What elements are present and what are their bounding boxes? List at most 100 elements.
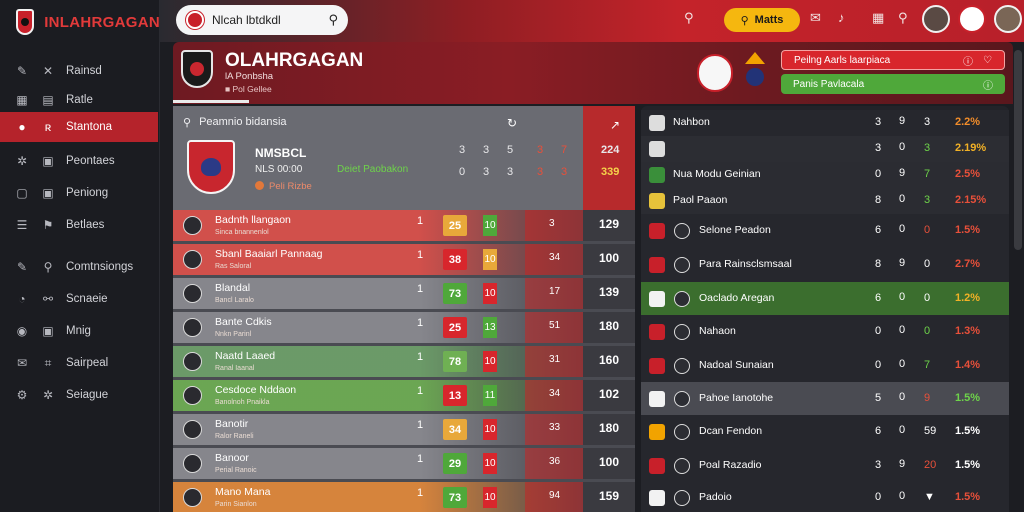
- standing-row[interactable]: Padoio 0 0 ▼ 1.5%: [641, 483, 1009, 512]
- crest-icon: [649, 257, 665, 273]
- standing-stat: 9: [899, 257, 906, 269]
- crest-icon: [649, 490, 665, 506]
- row-name: Badnth llangaon: [215, 214, 291, 226]
- square-icon: ▣: [42, 186, 54, 200]
- match-status: Deiet Paobakon: [337, 164, 409, 175]
- standing-row[interactable]: Poal Razadio 3 9 20 1.5%: [641, 449, 1009, 483]
- sidebar-item-5[interactable]: ▢ ▣ Peniong: [0, 178, 158, 208]
- standing-row[interactable]: 3 0 3 2.19%: [641, 136, 1009, 162]
- search-input[interactable]: Nlcah lbtdkdl: [212, 13, 320, 27]
- sidebar-item-11[interactable]: ⚙ ✲ Seiague: [0, 380, 158, 410]
- club-avatar[interactable]: [958, 5, 986, 33]
- standing-row[interactable]: Nadoal Sunaian 0 0 7 1.4%: [641, 349, 1009, 382]
- table-row[interactable]: Blandal Bancl Laralo 1 73 10 17 139: [173, 278, 635, 309]
- standing-stat: 7: [924, 358, 931, 371]
- standing-pct: 1.5%: [955, 491, 981, 503]
- row-name: Naatd Laaed: [215, 350, 276, 362]
- standing-row[interactable]: Dcan Fendon 6 0 59 1.5%: [641, 415, 1009, 449]
- sort-icon[interactable]: ↗: [610, 118, 620, 132]
- matches-button-label: Matts: [754, 14, 784, 26]
- standing-stat: 3: [924, 142, 931, 154]
- player-badge-icon: [183, 216, 202, 235]
- brand[interactable]: INLAHRGAGAN: [0, 0, 160, 44]
- table-row[interactable]: Bante Cdkis Nnkn Parinl 1 25 13 51 180: [173, 312, 635, 343]
- list-icon: ☰: [16, 218, 28, 232]
- check-icon[interactable]: ⓘ: [983, 77, 993, 92]
- standing-stat: 6: [875, 224, 882, 236]
- standing-name: Oaclado Aregan: [699, 291, 775, 304]
- table-row[interactable]: Sbanl Baaiarl Pannaag Ras Saloral 1 38 10 34 1…: [173, 244, 635, 275]
- success-banner[interactable]: Panis Pavlacala ⓘ: [781, 74, 1005, 94]
- scrollbar[interactable]: [1014, 50, 1022, 250]
- standing-pct: 1.4%: [955, 358, 981, 371]
- sidebar-item-3[interactable]: ● ʀ Stantona: [0, 112, 158, 142]
- grid-icon[interactable]: ▦: [872, 10, 884, 26]
- search-icon[interactable]: ⚲: [328, 12, 338, 28]
- standing-row[interactable]: Nahbon 3 9 3 2.2%: [641, 110, 1009, 136]
- standing-row[interactable]: Selone Peadon 6 0 0 1.5%: [641, 214, 1009, 248]
- sidebar-item-7[interactable]: ✎ ⚲ Comtnsiongs: [0, 252, 158, 282]
- row-sub: Parin Sianlon: [215, 501, 257, 508]
- search-bar[interactable]: Nlcah lbtdkdl ⚲: [176, 5, 348, 35]
- standing-stat: 0: [924, 325, 931, 337]
- opponent-crest-icon[interactable]: [697, 54, 733, 92]
- tile-icon: [649, 167, 665, 183]
- standings-panel: Nahbon 3 9 3 2.2% 3 0 3 2.19% Nua Modu Geinian 0 9 7…: [641, 106, 1009, 512]
- avatar[interactable]: [994, 5, 1022, 33]
- standing-name: Nua Modu Geinian: [673, 168, 761, 180]
- table-row[interactable]: Naatd Laaed Ranal Iaanal 1 78 10 31 160: [173, 346, 635, 377]
- table-row[interactable]: Banotir Ralor Raneli 1 34 10 33 180: [173, 414, 635, 445]
- row-name: Banotir: [215, 418, 249, 430]
- clock-icon: ◔: [18, 292, 26, 306]
- sidebar-item-9[interactable]: ◉ ▣ Mnig: [0, 316, 158, 346]
- club-logo-icon: [674, 223, 690, 239]
- standing-stat: 0: [875, 325, 882, 337]
- row-stat: 34: [549, 252, 561, 263]
- search-icon[interactable]: ⚲: [684, 10, 694, 26]
- chat-icon[interactable]: ✉: [810, 10, 821, 26]
- sidebar-item-2[interactable]: ▦ ▤ Ratle: [0, 85, 158, 115]
- crest-icon: [649, 290, 665, 307]
- table-header-total: [583, 106, 635, 210]
- status-dot: [255, 181, 264, 190]
- standing-row[interactable]: Nahaon 0 0 0 1.3%: [641, 315, 1009, 349]
- sidebar-item-6[interactable]: ☰ ⚑ Betlaes: [0, 210, 158, 240]
- flag-icon: ⚑: [42, 218, 54, 232]
- sidebar-item-10[interactable]: ✉ ⌗ Sairpeal: [0, 348, 158, 378]
- avatar[interactable]: [922, 5, 950, 33]
- row-stat: 1: [417, 283, 424, 295]
- alert-banner[interactable]: Peilng Aarls laarpiaca ⓘ ♡: [781, 50, 1005, 70]
- sidebar-item-8[interactable]: ◔ ⚯ Scnaeie: [0, 284, 158, 314]
- standing-stat: 0: [899, 424, 906, 436]
- sidebar-item-label: Peontaes: [66, 155, 115, 167]
- standing-stat: 0: [924, 291, 931, 304]
- sidebar-item-4[interactable]: ✲ ▣ Peontaes: [0, 146, 158, 176]
- heart-icon[interactable]: ♡: [983, 55, 992, 66]
- standing-stat: 8: [875, 194, 882, 206]
- row-chip: 10: [483, 453, 497, 474]
- standing-row[interactable]: Para Rainsclsmsaal 8 9 0 2.7%: [641, 248, 1009, 282]
- standing-stat: 9: [899, 115, 906, 127]
- table-row[interactable]: Cesdoce Nddaon Banolnoh Pnaikla 1 13 11 34 102: [173, 380, 635, 411]
- standing-row[interactable]: Pahoe Ianotohe 5 0 9 1.5%: [641, 382, 1009, 415]
- search-icon[interactable]: ⚲: [183, 116, 191, 129]
- matches-button[interactable]: ⚲ Matts: [724, 8, 800, 32]
- standing-row[interactable]: Paol Paaon 8 0 3 2.15%: [641, 188, 1009, 214]
- table-row[interactable]: Banoor Perial Ranoic 1 29 10 36 100: [173, 448, 635, 479]
- standing-row[interactable]: Oaclado Aregan 6 0 0 1.2%: [641, 282, 1009, 315]
- info-icon[interactable]: ⓘ: [963, 53, 973, 68]
- header-stat: 3: [507, 166, 514, 178]
- search-icon[interactable]: ⚲: [898, 10, 908, 26]
- table-row[interactable]: Mano Mana Parin Sianlon 1 73 10 94 159: [173, 482, 635, 512]
- bell-icon[interactable]: ♪: [838, 10, 845, 25]
- sidebar-item-1[interactable]: ✎ ✕ Rainsd: [0, 56, 158, 86]
- standing-row[interactable]: Nua Modu Geinian 0 9 7 2.5%: [641, 162, 1009, 188]
- row-name: Blandal: [215, 282, 251, 294]
- header-stat: 3: [483, 166, 490, 178]
- table-row[interactable]: Badnth llangaon Sinca bnannenlol 1 25 10 3 129: [173, 210, 635, 241]
- refresh-icon[interactable]: ↻: [507, 116, 517, 130]
- row-stat: 94: [549, 490, 561, 501]
- bookmark-icon: ⌗: [44, 355, 52, 370]
- league-crest-icon[interactable]: [745, 52, 765, 92]
- shield-icon: [649, 141, 665, 157]
